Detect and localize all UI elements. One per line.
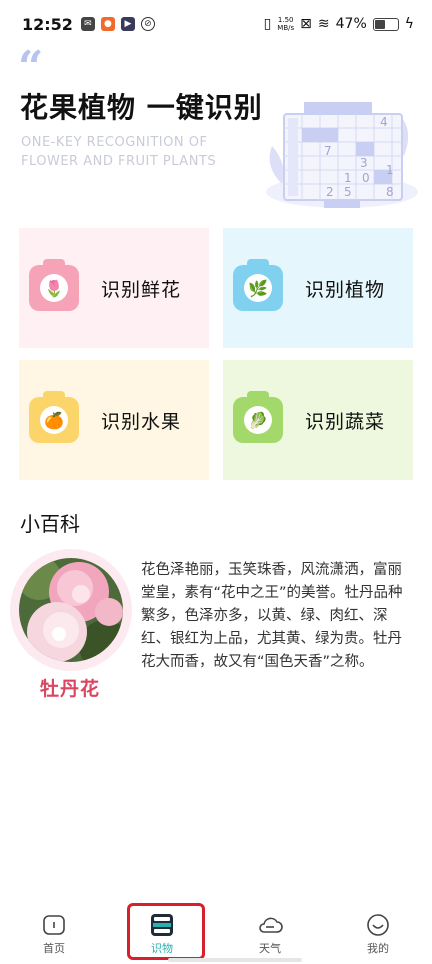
status-bar: 12:52 ✉ ● ▶ ⊘ ▯ 1.50 MB/s ⊠ ≋ 47% ϟ <box>0 0 432 48</box>
nav-mine[interactable]: 我的 <box>324 906 432 964</box>
flower-name: 牡丹花 <box>40 678 101 700</box>
vibrate-icon: ▯ <box>263 16 272 32</box>
recognition-grid-illustration: 4 7 3 1 0 1 2 5 8 <box>266 102 418 208</box>
illu-number: 3 <box>360 156 368 170</box>
illu-number: 7 <box>324 144 332 158</box>
battery-percent: 47% <box>335 16 367 32</box>
wifi-icon: ≋ <box>317 16 330 32</box>
plant-camera-icon: 🌿 <box>233 259 283 311</box>
identify-flower-card[interactable]: 🌷 识别鲜花 <box>19 228 209 348</box>
identify-fruit-card[interactable]: 🍊 识别水果 <box>19 360 209 480</box>
section-title-encyclopedia: 小百科 <box>20 512 80 536</box>
illu-number: 4 <box>380 115 388 129</box>
status-time: 12:52 <box>22 14 73 34</box>
nav-weather-label: 天气 <box>259 942 281 955</box>
nav-home-label: 首页 <box>43 942 65 955</box>
flower-image-frame[interactable] <box>10 549 132 671</box>
identify-vegetable-card[interactable]: 🥬 识别蔬菜 <box>223 360 413 480</box>
nav-mine-label: 我的 <box>367 942 389 955</box>
identify-flower-label: 识别鲜花 <box>101 278 182 301</box>
identify-plant-label: 识别植物 <box>305 278 386 301</box>
hero-title: 花果植物 一键识别 <box>20 91 263 124</box>
illu-number: 5 <box>344 185 352 199</box>
mail-icon: ✉ <box>80 17 95 31</box>
sim-icon: ⊠ <box>300 16 312 32</box>
quote-mark-icon: “ <box>18 42 44 93</box>
illu-number: 0 <box>362 171 370 185</box>
illu-number: 1 <box>344 171 352 185</box>
hero-subtitle: ONE-KEY RECOGNITION OF FLOWER AND FRUIT … <box>21 135 217 169</box>
identify-vegetable-label: 识别蔬菜 <box>305 410 386 433</box>
cloud-icon <box>259 917 283 933</box>
network-speed: 1.50 MB/s <box>277 16 295 32</box>
home-icon <box>43 915 65 935</box>
illu-number: 8 <box>386 185 394 199</box>
bottom-nav: 首页 识物 天气 我的 <box>0 906 432 964</box>
charging-icon: ϟ <box>404 16 414 32</box>
video-app-icon: ▶ <box>120 17 135 31</box>
fruit-camera-icon: 🍊 <box>29 391 79 443</box>
nav-home[interactable]: 首页 <box>0 906 108 964</box>
home-indicator[interactable] <box>168 958 302 962</box>
identify-plant-card[interactable]: 🌿 识别植物 <box>223 228 413 348</box>
smile-icon <box>367 914 389 936</box>
illu-number: 1 <box>386 163 394 177</box>
peony-photo <box>19 558 123 662</box>
sync-icon: ⊘ <box>140 17 155 31</box>
flower-camera-icon: 🌷 <box>29 259 79 311</box>
app-notification-icon: ● <box>100 17 115 31</box>
nav-weather[interactable]: 天气 <box>216 906 324 964</box>
identify-fruit-label: 识别水果 <box>101 410 182 433</box>
illu-number: 2 <box>326 185 334 199</box>
annotation-highlight-box <box>127 903 205 960</box>
status-right: ▯ 1.50 MB/s ⊠ ≋ 47% ϟ <box>264 16 414 32</box>
vegetable-camera-icon: 🥬 <box>233 391 283 443</box>
flower-description: 花色泽艳丽，玉笑珠香，风流潇洒，富丽堂皇，素有“花中之王”的美誉。牡丹品种繁多，… <box>141 562 403 670</box>
battery-icon <box>372 17 399 31</box>
